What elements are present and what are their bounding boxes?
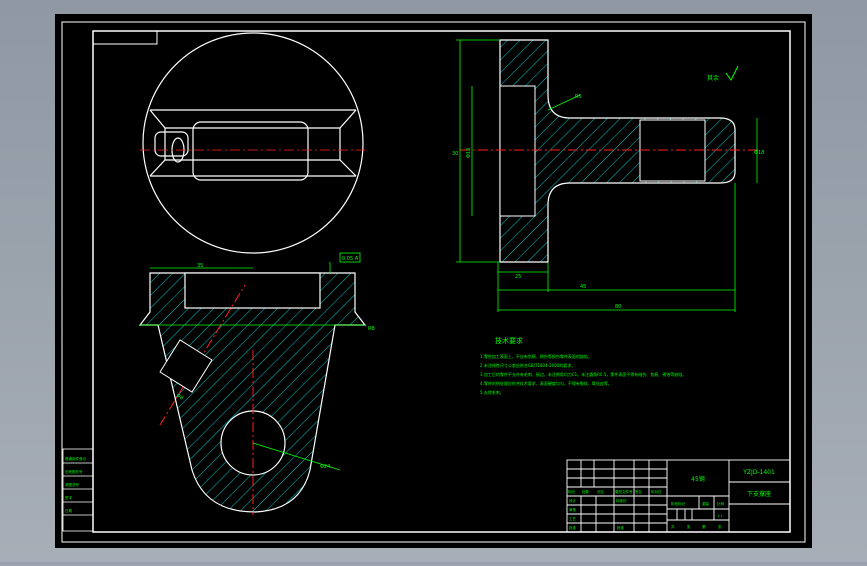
header-cell: 更改文件号 xyxy=(615,489,633,494)
sheet-label: 第 xyxy=(702,524,706,529)
drawing-number: YZJD-1401 xyxy=(742,469,775,476)
stage-label: 比例 xyxy=(717,501,725,506)
mid-label: 标准化 xyxy=(616,498,627,503)
dim-flange-dia: 30 xyxy=(452,151,458,157)
side-table-cell: 底图总号 xyxy=(65,482,79,487)
header-cell: 处数 xyxy=(582,489,590,494)
dim-flange-thickness: 25 xyxy=(515,274,521,280)
dim-length: 80 xyxy=(615,304,621,310)
sheet-label: 张 xyxy=(687,524,691,529)
sheet-label: 共 xyxy=(671,524,675,529)
side-table-cell: 日期 xyxy=(65,508,72,513)
roughness-note: 其余 xyxy=(707,74,719,82)
dim-radius: R8 xyxy=(368,326,375,332)
tech-req-title: 技术要求 xyxy=(495,336,523,345)
side-table-cell: 旧底图总号 xyxy=(65,469,83,474)
header-cell: 签名 xyxy=(635,489,642,494)
tech-req-item: 4.零件的热处理应符合技术要求，表面硬度均匀，不得有裂纹、氧化皮等。 xyxy=(480,380,612,386)
header-cell: 年月日 xyxy=(651,489,662,494)
tech-req-item: 2.未注线性尺寸公差应符合GB/T1804-2000的要求。 xyxy=(480,362,575,368)
scale-value: 1:1 xyxy=(717,514,723,518)
cad-drawing[interactable]: 35 0.05 A Φ24 R8 Φ8 80 45 25 Φ18 30 Φ16 … xyxy=(0,0,867,562)
dim-width: 35 xyxy=(197,263,203,269)
left-label: 工艺 xyxy=(569,516,577,521)
side-table-cell: 签字 xyxy=(65,495,72,500)
cad-viewport[interactable]: 35 0.05 A Φ24 R8 Φ8 80 45 25 Φ18 30 Φ16 … xyxy=(0,0,867,562)
left-label: 设计 xyxy=(569,498,577,503)
dim-fillet: R5 xyxy=(575,94,582,100)
header-cell: 标记 xyxy=(568,489,576,494)
stage-label: 重量 xyxy=(702,501,710,506)
left-label: 审核 xyxy=(569,507,577,512)
dim-shaft-length: 45 xyxy=(580,284,586,290)
side-table-cell: 借通用件登记 xyxy=(65,456,86,461)
dim-bore-dia: Φ16 xyxy=(466,148,472,158)
mid-label: 批准 xyxy=(617,525,625,530)
part-name: 下支撑座 xyxy=(747,490,771,498)
header-cell: 分区 xyxy=(597,489,605,494)
tech-req-item: 5.去除毛刺。 xyxy=(480,389,504,395)
dim-shaft-dia: Φ18 xyxy=(754,150,764,156)
tech-req-item: 1.零件加工表面上，不应有划痕、擦伤等损伤零件表面的缺陷。 xyxy=(480,353,592,359)
tech-req-item: 3.加工后的零件不允许有毛刺、锐边，未注倒角均为C1，未注圆角R0.5，零件表面… xyxy=(480,371,686,377)
geometric-tolerance: 0.05 A xyxy=(342,256,359,262)
left-label: 批准 xyxy=(569,525,577,530)
stage-label: 阶段标记 xyxy=(671,501,685,506)
material: 45钢 xyxy=(691,475,705,483)
sheet-label: 张 xyxy=(718,524,722,529)
dim-hole-dia: Φ24 xyxy=(320,464,330,470)
